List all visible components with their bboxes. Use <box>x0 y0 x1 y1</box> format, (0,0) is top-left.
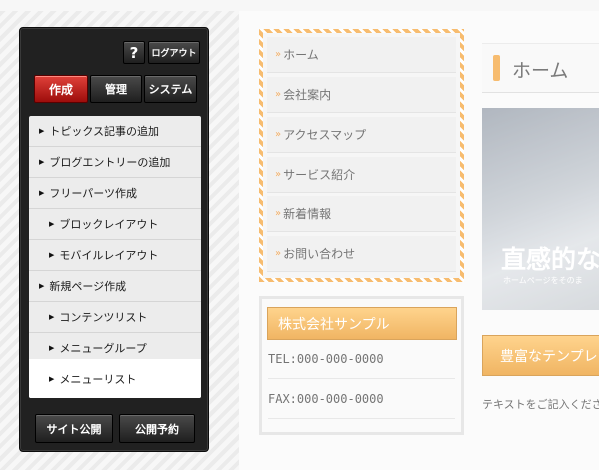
menu-item-label: モバイルレイアウト <box>59 249 159 262</box>
menu-item-label: ブロックレイアウト <box>59 218 159 231</box>
schedule-publish-button[interactable]: 公開予約 <box>119 414 195 443</box>
menu-item-block-layout[interactable]: ▶ ブロックレイアウト <box>29 209 201 240</box>
create-menu: ▶ トピックス記事の追加 ▶ ブログエントリーの追加 ▶ フリーパーツ作成 ▶ ブロック… <box>29 116 201 398</box>
logout-button[interactable]: ログアウト <box>148 41 200 64</box>
help-button[interactable]: ? <box>123 41 145 64</box>
triangle-right-icon: ▶ <box>49 374 55 383</box>
menu-item-new-page[interactable]: ▶ 新規ページ作成 <box>29 271 201 302</box>
triangle-right-icon: ▶ <box>49 220 55 228</box>
triangle-right-icon: ▶ <box>39 282 45 290</box>
screen: » ホーム » 会社案内 » アクセスマップ » サービス紹介 » 新着情報 » お問い合わ… <box>0 0 599 470</box>
triangle-right-icon: ▶ <box>39 189 45 197</box>
menu-item-content-list[interactable]: ▶ コンテンツリスト <box>29 302 201 333</box>
menu-item-label: 新規ページ作成 <box>49 280 127 293</box>
triangle-right-icon: ▶ <box>49 313 55 321</box>
menu-item-label: メニューリスト <box>59 372 137 386</box>
triangle-right-icon: ▶ <box>49 344 55 352</box>
menu-item-label: メニューグループ <box>59 342 147 355</box>
menu-item-add-blog-entry[interactable]: ▶ ブログエントリーの追加 <box>29 147 201 178</box>
tab-system[interactable]: システム <box>144 75 197 103</box>
menu-item-menu-list[interactable]: ▶ メニューリスト <box>29 359 201 398</box>
menu-item-free-parts[interactable]: ▶ フリーパーツ作成 <box>29 178 201 209</box>
admin-panel: ? ログアウト 作成 管理 システム ▶ トピックス記事の追加 ▶ ブログエントリー… <box>19 27 209 452</box>
menu-item-mobile-layout[interactable]: ▶ モバイルレイアウト <box>29 240 201 271</box>
menu-item-add-topic[interactable]: ▶ トピックス記事の追加 <box>29 116 201 147</box>
triangle-right-icon: ▶ <box>49 251 55 259</box>
menu-item-label: トピックス記事の追加 <box>49 125 160 138</box>
triangle-right-icon: ▶ <box>39 127 45 135</box>
triangle-right-icon: ▶ <box>39 158 45 166</box>
menu-item-label: フリーパーツ作成 <box>49 187 138 200</box>
publish-site-button[interactable]: サイト公開 <box>35 414 113 443</box>
menu-item-label: ブログエントリーの追加 <box>49 156 171 169</box>
tab-manage[interactable]: 管理 <box>90 75 142 103</box>
menu-item-label: コンテンツリスト <box>59 311 148 324</box>
tab-create[interactable]: 作成 <box>34 75 88 103</box>
